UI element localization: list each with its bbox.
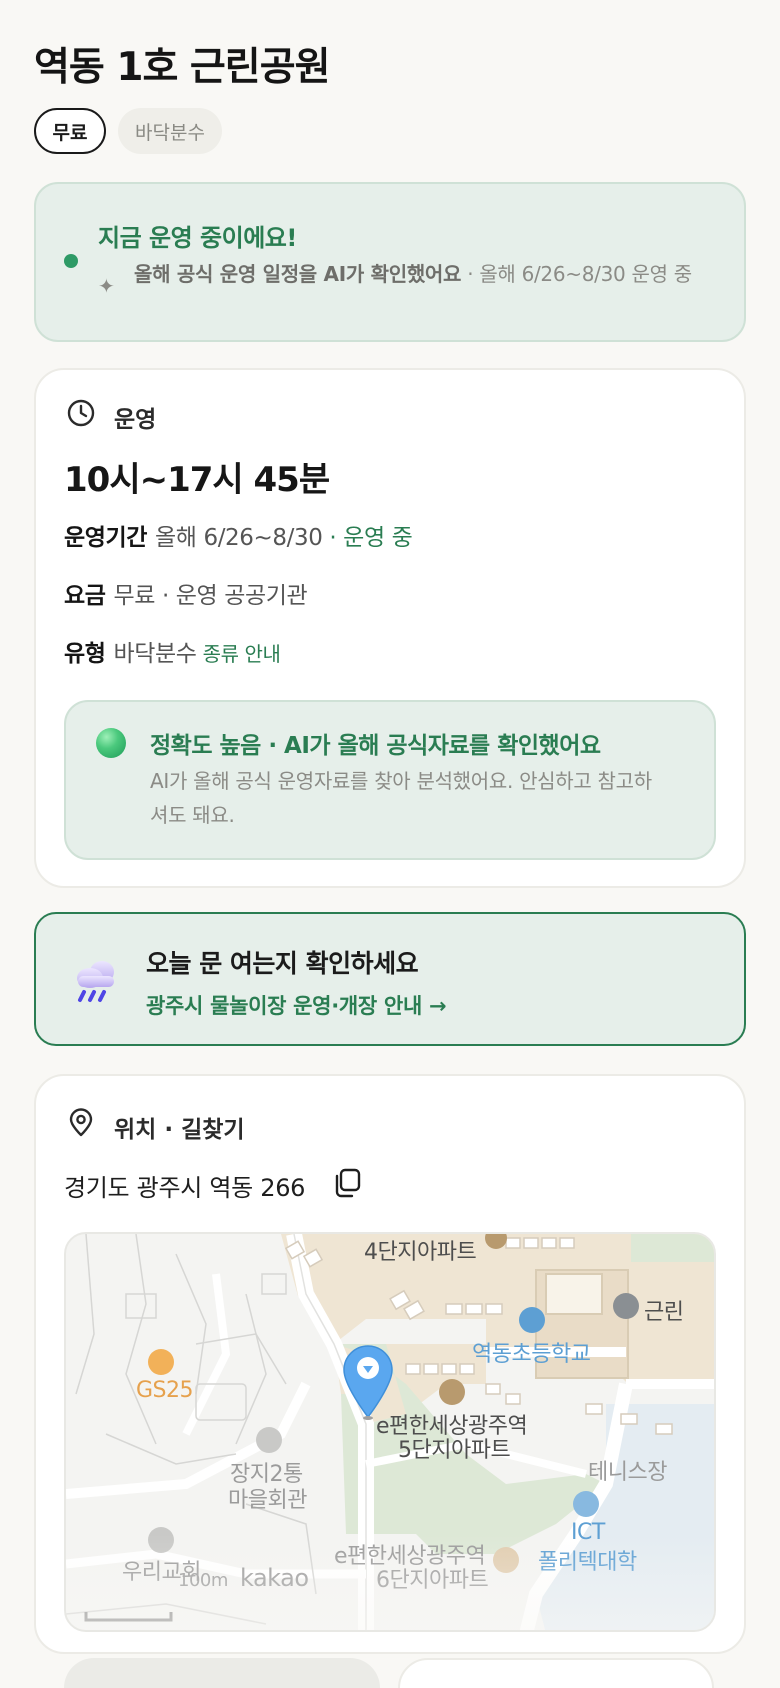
map-label-gs25: GS25 xyxy=(136,1378,194,1403)
kakao-logo: kakao xyxy=(240,1564,309,1592)
period-row: 운영기간 올해 6/26~8/30 · 운영 중 xyxy=(64,518,413,552)
accuracy-orb-icon xyxy=(96,728,126,758)
park-detail-page: 역동 1호 근린공원 무료 바닥분수 지금 운영 중이에요! ✦ 올해 공식 운… xyxy=(0,0,780,1688)
period-status: · 운영 중 xyxy=(322,525,413,551)
fee-value: 무료 · 운영 공공기관 xyxy=(113,583,308,609)
sparkle-icon: ✦ xyxy=(98,274,115,298)
copy-icon[interactable] xyxy=(330,1166,364,1200)
map-scale-label: 100m xyxy=(178,1570,228,1591)
map-view[interactable]: 4단지아파트 역동초등학교 GS25 e편한세상광주역 5단지아파트 장지2통 … xyxy=(64,1232,716,1632)
location-pin-icon xyxy=(69,1108,93,1137)
accuracy-description: AI가 올해 공식 운영자료를 찾아 분석했어요. 안심하고 참고하셔도 돼요. xyxy=(150,769,652,827)
accuracy-title: 정확도 높음 · AI가 올해 공식자료를 확인했어요 xyxy=(150,733,601,759)
operation-section-title: 운영 xyxy=(114,407,157,433)
opening-notice-card[interactable]: 오늘 문 여는지 확인하세요 광주시 물놀이장 운영·개장 안내 → xyxy=(34,912,746,1046)
status-card: 지금 운영 중이에요! ✦ 올해 공식 운영 일정을 AI가 확인했어요 · 올… xyxy=(34,182,746,342)
map-label-village-line2: 마을회관 xyxy=(228,1488,307,1513)
status-subtitle: 올해 공식 운영 일정을 AI가 확인했어요 · 올해 6/26~8/30 운영… xyxy=(134,260,734,289)
period-key: 운영기간 xyxy=(64,525,148,551)
map-label-apt5-line2: 5단지아파트 xyxy=(398,1438,511,1463)
bottom-action-button-left[interactable] xyxy=(64,1658,380,1688)
bottom-action-button-right[interactable] xyxy=(398,1658,714,1688)
type-value: 바닥분수 xyxy=(113,641,197,667)
notice-title: 오늘 문 여는지 확인하세요 xyxy=(146,949,419,978)
page-title: 역동 1호 근린공원 xyxy=(34,45,330,90)
status-period-note: · 올해 6/26~8/30 운영 중 xyxy=(461,262,692,286)
map-label-apt4: 4단지아파트 xyxy=(364,1240,477,1265)
rain-cloud-icon xyxy=(77,961,114,1002)
status-title: 지금 운영 중이에요! xyxy=(98,224,297,252)
map-label-school: 역동초등학교 xyxy=(472,1342,591,1367)
fee-row: 요금 무료 · 운영 공공기관 xyxy=(64,576,308,610)
clock-icon xyxy=(67,399,95,427)
type-chip[interactable]: 바닥분수 xyxy=(118,108,222,154)
free-chip[interactable]: 무료 xyxy=(34,108,106,154)
map-label-tennis: 테니스장 xyxy=(588,1460,667,1485)
location-section-title: 위치 · 길찾기 xyxy=(114,1117,245,1143)
type-row: 유형 바닥분수 종류 안내 xyxy=(64,634,281,668)
map-label-ict-line2: 폴리텍대학 xyxy=(538,1550,637,1575)
map-label-partial: 근린 xyxy=(644,1300,684,1325)
map-label-apt6-line2: 6단지아파트 xyxy=(376,1568,489,1593)
type-guide-link[interactable]: 종류 안내 xyxy=(203,642,281,666)
accuracy-box: 정확도 높음 · AI가 올해 공식자료를 확인했어요 AI가 올해 공식 운영… xyxy=(64,700,716,860)
operating-hours: 10시~17시 45분 xyxy=(64,460,330,500)
period-value: 올해 6/26~8/30 xyxy=(155,525,323,551)
operation-card: 운영 10시~17시 45분 운영기간 올해 6/26~8/30 · 운영 중 요… xyxy=(34,368,746,888)
map-label-ict-line1: ICT xyxy=(571,1520,605,1545)
status-dot-icon xyxy=(64,254,78,268)
address-text: 경기도 광주시 역동 266 xyxy=(64,1174,306,1202)
type-key: 유형 xyxy=(64,641,106,667)
location-card: 위치 · 길찾기 경기도 광주시 역동 266 4단지아파트 역동초등학교 GS… xyxy=(34,1074,746,1654)
fee-key: 요금 xyxy=(64,583,106,609)
status-ai-note: 올해 공식 운영 일정을 AI가 확인했어요 xyxy=(134,262,462,286)
notice-link[interactable]: 광주시 물놀이장 운영·개장 안내 → xyxy=(146,990,447,1020)
